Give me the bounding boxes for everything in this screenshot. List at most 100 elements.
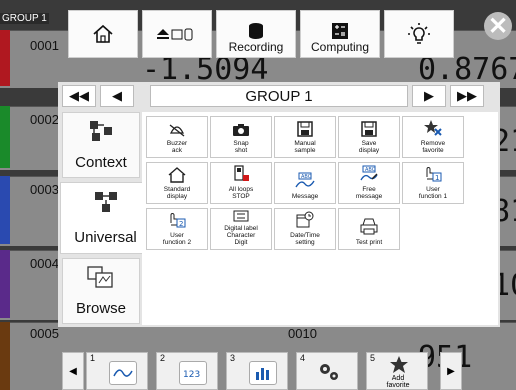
remove-favorite-button[interactable]: Remove favorite <box>402 116 464 158</box>
recording-label: Recording <box>228 40 284 54</box>
trend-icon <box>109 361 137 385</box>
manual-sample-button[interactable]: Manual sample <box>274 116 336 158</box>
favorites-next-button[interactable]: ▶ <box>440 352 462 390</box>
bar-icon <box>249 361 277 385</box>
free-message-button[interactable]: ABC Free message <box>338 162 400 204</box>
favorite-5-add[interactable]: 5 Add favorite <box>366 352 428 390</box>
close-button[interactable]: ✕ <box>484 12 512 40</box>
save-display-icon <box>361 121 377 137</box>
favorite-1[interactable]: 1 <box>86 352 148 390</box>
svg-text:1: 1 <box>435 174 439 182</box>
channel-color-strip <box>0 106 10 168</box>
channel-color-strip <box>0 250 10 318</box>
calendar-icon <box>296 211 314 228</box>
close-icon: ✕ <box>487 12 509 40</box>
last-group-button[interactable]: ▶▶ <box>450 85 484 107</box>
context-icon <box>90 120 112 141</box>
channel-number: 0005 <box>30 326 59 341</box>
left-arrow-icon: ◀ <box>112 88 122 103</box>
digital-icon: 123 <box>179 361 207 385</box>
svg-text:123: 123 <box>183 370 200 380</box>
right-arrow-icon: ▶ <box>447 365 455 377</box>
recording-button[interactable]: Recording <box>216 10 296 58</box>
channel-number: 0003 <box>30 182 59 197</box>
universal-icon <box>94 192 117 213</box>
channel-number: 0001 <box>30 38 59 53</box>
computing-button[interactable]: Computing <box>300 10 380 58</box>
tab-label: Browse <box>75 300 127 318</box>
favorite-4[interactable]: 4 <box>296 352 358 390</box>
test-print-button[interactable]: Test print <box>338 208 400 250</box>
favorite-3[interactable]: 3 <box>226 352 288 390</box>
browse-icon <box>87 266 113 288</box>
double-left-arrow-icon: ◀◀ <box>69 88 89 103</box>
snapshot-button[interactable]: Snap shot <box>210 116 272 158</box>
function-label: Manual sample <box>294 140 316 154</box>
digital-label-button[interactable]: Digital label Character Digit <box>210 208 272 250</box>
camera-icon <box>233 124 249 136</box>
channel-color-strip <box>0 30 10 86</box>
favorite-number: 5 <box>370 353 376 363</box>
function-label: Message <box>291 193 319 200</box>
free-message-icon: ABC <box>360 165 378 181</box>
next-group-button[interactable]: ▶ <box>412 85 446 107</box>
media-button[interactable] <box>142 10 212 58</box>
save-display-button[interactable]: Save display <box>338 116 400 158</box>
tab-label: Context <box>75 154 127 172</box>
favorite-number: 4 <box>300 353 306 363</box>
function-label: Free message <box>355 186 383 200</box>
database-icon <box>249 23 263 39</box>
message-icon: ABC <box>295 172 315 188</box>
group-title: GROUP 1 <box>150 85 408 107</box>
svg-text:ABC: ABC <box>365 167 376 173</box>
tab-universal[interactable]: Universal <box>60 182 150 254</box>
function-label: User function 1 <box>418 186 448 200</box>
svg-text:ABC: ABC <box>301 174 312 180</box>
group-navigation: ◀◀ ◀ GROUP 1 ▶ ▶▶ <box>58 82 500 110</box>
all-loops-stop-button[interactable]: All loops STOP <box>210 162 272 204</box>
user-function-2-icon: 2 <box>170 213 186 228</box>
group-label: GROUP 1 <box>0 13 49 24</box>
gears-icon <box>320 364 338 380</box>
home-icon <box>93 24 113 43</box>
alarm-button[interactable] <box>384 10 454 58</box>
function-label: Snap shot <box>233 140 249 154</box>
buzzer-ack-button[interactable]: Buzzer ack <box>146 116 208 158</box>
loop-stop-icon <box>234 165 249 181</box>
tab-label: Universal <box>74 228 137 246</box>
add-favorite-label: Add favorite <box>386 375 410 389</box>
function-label: Buzzer ack <box>166 140 188 154</box>
channel-number: 0004 <box>30 256 59 271</box>
lightbulb-icon <box>408 23 430 44</box>
floppy-icon <box>297 121 313 137</box>
first-group-button[interactable]: ◀◀ <box>62 85 96 107</box>
channel-color-strip <box>0 322 10 390</box>
calculator-icon <box>332 23 348 39</box>
tab-browse[interactable]: Browse <box>62 258 140 324</box>
prev-group-button[interactable]: ◀ <box>100 85 134 107</box>
message-button[interactable]: ABC Message <box>274 162 336 204</box>
add-favorite-icon <box>390 356 408 373</box>
home-button[interactable] <box>68 10 138 58</box>
function-label: Remove favorite <box>420 140 446 154</box>
tab-context[interactable]: Context <box>62 112 140 178</box>
digital-label-icon <box>233 210 249 222</box>
user-function-2-button[interactable]: 2 User function 2 <box>146 208 208 250</box>
printer-icon <box>360 218 378 235</box>
standard-display-button[interactable]: Standard display <box>146 162 208 204</box>
function-grid: Buzzer ack Snap shot Manual sample Save … <box>142 112 498 325</box>
top-toolbar: Recording Computing <box>58 10 488 58</box>
eject-media-icon <box>157 28 193 41</box>
right-arrow-icon: ▶ <box>424 88 434 103</box>
channel-color-strip <box>0 176 10 244</box>
function-label: All loops STOP <box>228 186 254 200</box>
remove-favorite-icon <box>424 120 442 136</box>
svg-text:2: 2 <box>179 220 183 228</box>
channel-number: 0010 <box>288 326 317 341</box>
favorite-2[interactable]: 2 123 <box>156 352 218 390</box>
function-label: Date/Time setting <box>290 232 320 246</box>
user-function-1-button[interactable]: 1 User function 1 <box>402 162 464 204</box>
favorite-number: 2 <box>160 353 166 363</box>
function-label: Save display <box>358 140 380 154</box>
datetime-setting-button[interactable]: Date/Time setting <box>274 208 336 250</box>
